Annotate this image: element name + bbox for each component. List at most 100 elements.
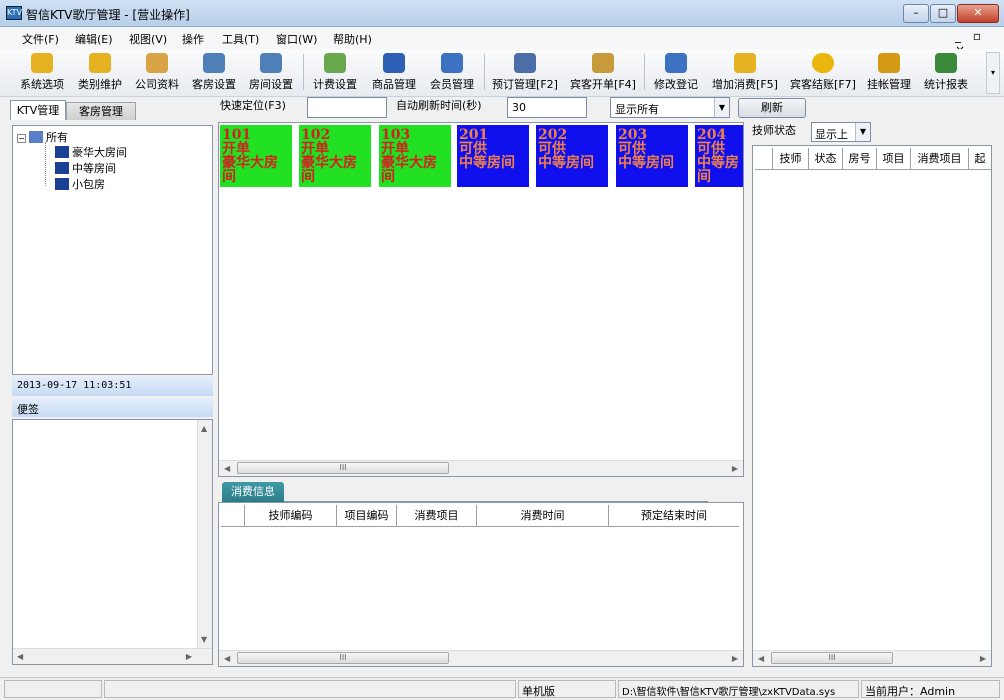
status-cell-empty (104, 680, 516, 698)
toolbar-guestroom[interactable]: 客房设置 (188, 51, 240, 95)
scroll-down-icon[interactable]: ▼ (201, 635, 207, 644)
toolbar-company[interactable]: 公司资料 (131, 51, 183, 95)
memo-vertical-scrollbar[interactable]: ▲ ▼ (197, 420, 212, 648)
scroll-left-icon[interactable]: ◀ (224, 654, 230, 663)
menu-file[interactable]: 文件(F) (22, 31, 59, 47)
tab-ktv-management[interactable]: KTV管理 (10, 100, 66, 120)
collapse-icon[interactable]: − (17, 134, 26, 143)
column-header[interactable]: 技师 (773, 148, 809, 170)
memo-textarea[interactable]: ▲ ▼ ◀ ▶ (12, 419, 213, 665)
menu-tools[interactable]: 工具(T) (222, 31, 259, 47)
column-header[interactable]: 项目 (877, 148, 911, 170)
menu-window[interactable]: 窗口(W) (276, 31, 317, 47)
scroll-up-icon[interactable]: ▲ (201, 424, 207, 433)
technician-horizontal-scrollbar[interactable]: ◀ III ▶ (753, 650, 991, 666)
scroll-right-icon[interactable]: ▶ (732, 464, 738, 473)
scroll-right-icon[interactable]: ▶ (980, 654, 986, 663)
toolbar-goods[interactable]: 商品管理 (366, 51, 422, 95)
column-header[interactable]: 预定结束时间 (609, 505, 739, 527)
technician-table-header: 技师 状态 房号 项目 消费项目 起 (755, 148, 991, 170)
toolbar-overflow-button[interactable]: ▾ (986, 52, 1000, 94)
chevron-down-icon[interactable]: ▼ (714, 98, 729, 117)
toolbar-modify-register[interactable]: 修改登记 (649, 51, 703, 95)
quick-locate-input[interactable] (307, 97, 387, 118)
tree-item-medium[interactable]: 中等房间 (55, 160, 116, 176)
rooms-horizontal-scrollbar[interactable]: ◀ III ▶ (219, 460, 743, 476)
tree-item-deluxe[interactable]: 豪华大房间 (55, 144, 127, 160)
folder-icon (29, 131, 43, 143)
scroll-right-icon[interactable]: ▶ (732, 654, 738, 663)
tree-item-small[interactable]: 小包房 (55, 176, 105, 192)
scroll-right-icon[interactable]: ▶ (186, 652, 192, 661)
column-header[interactable]: 消费时间 (477, 505, 609, 527)
toolbar-label: 宾客开单[F4] (570, 78, 636, 91)
memo-horizontal-scrollbar[interactable]: ◀ ▶ (13, 648, 212, 664)
moneybag-icon (878, 53, 900, 73)
menu-edit[interactable]: 编辑(E) (75, 31, 113, 47)
tab-consume-info[interactable]: 消费信息 (222, 482, 284, 502)
room-filter-value: 显示所有 (615, 103, 659, 116)
toolbar-label: 修改登记 (654, 78, 698, 91)
scroll-thumb[interactable]: III (771, 652, 893, 664)
refresh-button[interactable]: 刷新 (738, 98, 806, 118)
room-tile-102[interactable]: 102 开单 豪华大房间 (299, 125, 371, 187)
add-icon (734, 53, 756, 73)
column-header[interactable]: 消费项目 (911, 148, 969, 170)
scroll-thumb[interactable]: III (237, 652, 449, 664)
column-header[interactable]: 状态 (809, 148, 843, 170)
room-number: 103 (381, 127, 411, 143)
toolbar-label: 挂帐管理 (867, 78, 911, 91)
room-number: 102 (301, 127, 331, 143)
room-tile-201[interactable]: 201 可供 中等房间 (457, 125, 529, 187)
toolbar-category[interactable]: 类别维护 (72, 51, 128, 95)
room-number: 201 (459, 127, 489, 143)
room-status: 可供 (538, 141, 566, 157)
toolbar-label: 系统选项 (20, 78, 64, 91)
column-header[interactable]: 技师编码 (245, 505, 337, 527)
room-tile-101[interactable]: 101 开单 豪华大房间 (220, 125, 292, 187)
room-tile-103[interactable]: 103 开单 豪华大房间 (379, 125, 451, 187)
toolbar-report[interactable]: 统计报表 (919, 51, 973, 95)
maximize-button[interactable]: □ (930, 4, 956, 23)
column-header[interactable]: 消费项目 (397, 505, 477, 527)
room-status: 开单 (301, 141, 329, 157)
toolbar-system-options[interactable]: 系统选项 (16, 51, 68, 95)
room-tile-204[interactable]: 204 可供 中等房间 (695, 125, 743, 187)
scroll-thumb[interactable]: III (237, 462, 449, 474)
tree-root[interactable]: − 所有 (17, 129, 68, 145)
tab-guestroom-management[interactable]: 客房管理 (66, 102, 136, 120)
chevron-down-icon[interactable]: ▼ (855, 123, 870, 141)
menu-view[interactable]: 视图(V) (129, 31, 167, 47)
toolbar-account[interactable]: 挂帐管理 (862, 51, 916, 95)
toolbar-room[interactable]: 房间设置 (245, 51, 297, 95)
bar-chart-icon (935, 53, 957, 73)
close-button[interactable]: ✕ (957, 4, 999, 23)
room-tile-203[interactable]: 203 可供 中等房间 (616, 125, 688, 187)
column-header[interactable]: 项目编码 (337, 505, 397, 527)
room-category-tree: − 所有 豪华大房间 中等房间 小包房 (12, 125, 213, 375)
toolbar-add-consume[interactable]: 增加消费[F5] (707, 51, 783, 95)
room-filter-select[interactable]: 显示所有 ▼ (610, 97, 730, 118)
column-header[interactable]: 起 (969, 148, 991, 170)
menu-help[interactable]: 帮助(H) (333, 31, 372, 47)
scroll-left-icon[interactable]: ◀ (17, 652, 23, 661)
column-header[interactable]: 房号 (843, 148, 877, 170)
consume-horizontal-scrollbar[interactable]: ◀ III ▶ (219, 650, 743, 666)
auto-refresh-input[interactable]: 30 (507, 97, 587, 118)
toolbar-checkout[interactable]: 宾客结账[F7] (785, 51, 861, 95)
scroll-left-icon[interactable]: ◀ (758, 654, 764, 663)
scroll-left-icon[interactable]: ◀ (224, 464, 230, 473)
toolbar-billing[interactable]: 计费设置 (309, 51, 361, 95)
minimize-button[interactable]: – (903, 4, 929, 23)
technician-filter-select[interactable]: 显示上 ▼ (811, 122, 871, 142)
toolbar-label: 类别维护 (78, 78, 122, 91)
memo-header: 便签 (12, 398, 213, 417)
room-tile-202[interactable]: 202 可供 中等房间 (536, 125, 608, 187)
toolbar-reservation[interactable]: 预订管理[F2] (488, 51, 562, 95)
menu-operate[interactable]: 操作 (182, 31, 204, 47)
tree-line (45, 142, 46, 186)
tree-item-label: 豪华大房间 (72, 146, 127, 159)
toolbar-open-bill[interactable]: 宾客开单[F4] (566, 51, 640, 95)
key-icon (31, 53, 53, 73)
toolbar-member[interactable]: 会员管理 (425, 51, 479, 95)
